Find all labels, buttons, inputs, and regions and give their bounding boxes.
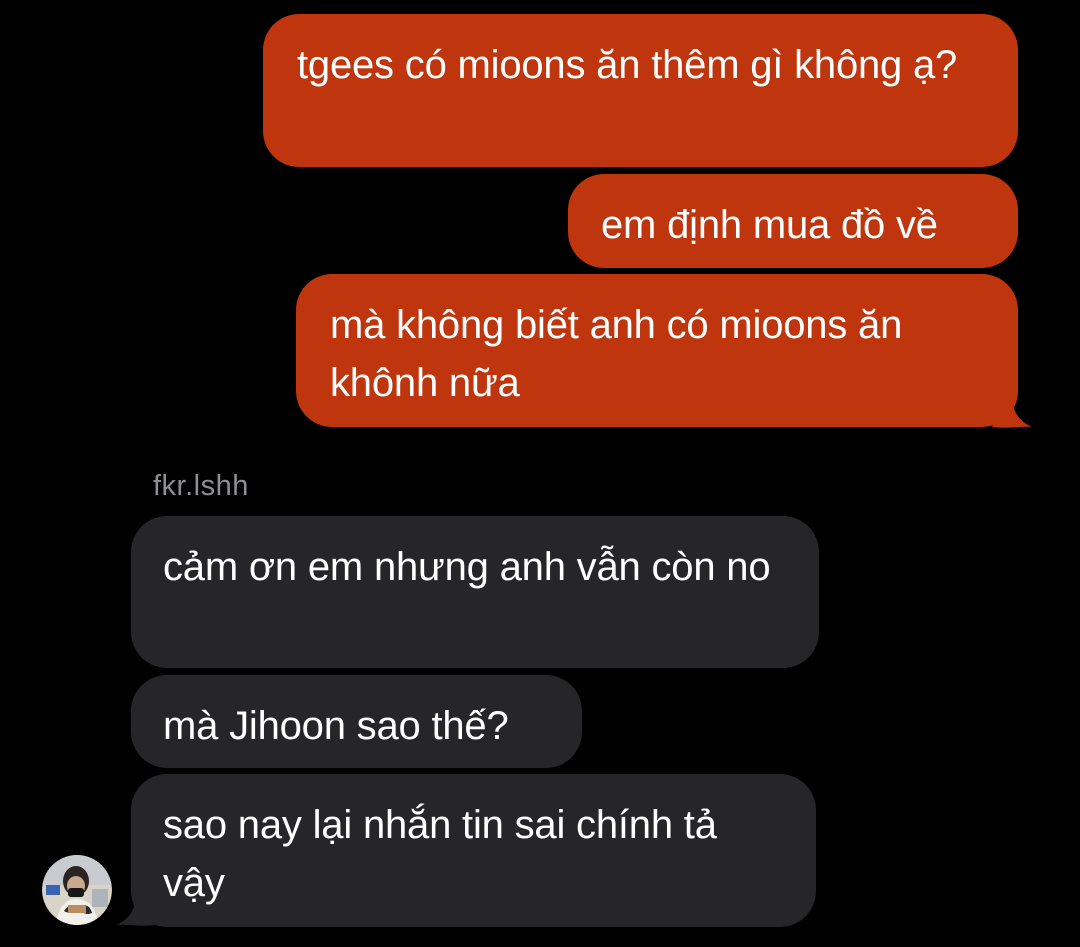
outgoing-message[interactable]: tgees có mioons ăn thêm gì không ạ?: [263, 14, 1018, 167]
message-text: mà Jihoon sao thế?: [163, 704, 509, 748]
incoming-message[interactable]: cảm ơn em nhưng anh vẫn còn no: [131, 516, 819, 668]
outgoing-message[interactable]: mà không biết anh có mioons ăn khônh nữa: [296, 274, 1018, 427]
message-text: cảm ơn em nhưng anh vẫn còn no: [163, 545, 771, 589]
avatar[interactable]: [42, 855, 112, 925]
outgoing-message[interactable]: em định mua đồ về: [568, 174, 1018, 268]
message-text: sao nay lại nhắn tin sai chính tả vậy: [163, 803, 717, 905]
profile-photo-icon: [42, 855, 112, 925]
outgoing-bubble-tail: [990, 396, 1032, 428]
incoming-bubble-tail: [116, 894, 158, 926]
message-text: em định mua đồ về: [601, 203, 938, 247]
sender-name: fkr.lshh: [153, 470, 249, 502]
message-text: mà không biết anh có mioons ăn khônh nữa: [330, 303, 903, 405]
incoming-message[interactable]: mà Jihoon sao thế?: [131, 675, 582, 768]
message-text: tgees có mioons ăn thêm gì không ạ?: [297, 43, 958, 87]
incoming-message[interactable]: sao nay lại nhắn tin sai chính tả vậy: [131, 774, 816, 927]
